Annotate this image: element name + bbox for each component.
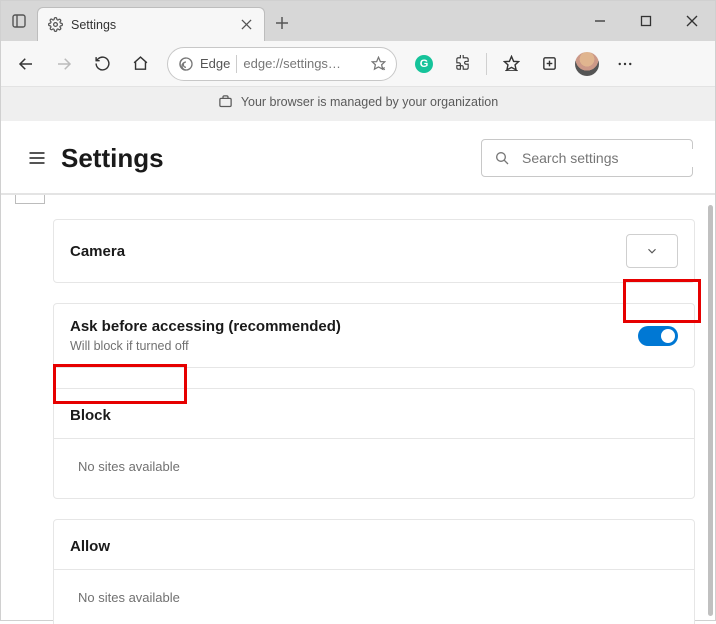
search-settings[interactable] xyxy=(481,139,693,177)
ask-subtitle: Will block if turned off xyxy=(70,339,638,353)
settings-menu-button[interactable] xyxy=(23,144,51,172)
cutoff-partial-element xyxy=(15,194,45,204)
chevron-down-icon xyxy=(645,244,659,258)
managed-banner: Your browser is managed by your organiza… xyxy=(1,87,715,121)
favorite-star-icon[interactable] xyxy=(371,56,386,71)
block-empty-text: No sites available xyxy=(54,439,694,498)
allow-title: Allow xyxy=(54,520,694,570)
settings-content: Camera Ask before accessing (recommended… xyxy=(1,193,715,624)
ask-toggle[interactable] xyxy=(638,326,678,346)
gear-icon xyxy=(48,17,63,32)
page-title: Settings xyxy=(61,143,164,174)
managed-banner-text: Your browser is managed by your organiza… xyxy=(241,95,498,109)
maximize-button[interactable] xyxy=(623,1,669,41)
briefcase-icon xyxy=(218,94,233,109)
new-tab-button[interactable] xyxy=(265,5,299,41)
address-url: edge://settings… xyxy=(243,56,365,71)
close-tab-button[interactable] xyxy=(238,17,254,33)
search-icon xyxy=(494,150,510,166)
avatar xyxy=(575,52,599,76)
window-titlebar: Settings xyxy=(1,1,715,41)
tab-title: Settings xyxy=(71,18,238,32)
ask-title: Ask before accessing (recommended) xyxy=(70,318,638,335)
window-controls xyxy=(577,1,715,41)
settings-header: Settings xyxy=(1,121,715,193)
address-label: Edge xyxy=(200,56,230,71)
separator xyxy=(486,53,487,75)
profile-button[interactable] xyxy=(570,47,604,81)
edge-logo-icon xyxy=(178,56,194,72)
refresh-button[interactable] xyxy=(85,47,119,81)
close-window-button[interactable] xyxy=(669,1,715,41)
back-button[interactable] xyxy=(9,47,43,81)
allow-section: Allow No sites available xyxy=(53,519,695,624)
address-bar[interactable]: Edge edge://settings… xyxy=(167,47,397,81)
tab-actions-button[interactable] xyxy=(1,1,37,41)
forward-button[interactable] xyxy=(47,47,81,81)
block-section: Block No sites available xyxy=(53,388,695,499)
search-input[interactable] xyxy=(520,149,705,167)
minimize-button[interactable] xyxy=(577,1,623,41)
extension-grammarly[interactable]: G xyxy=(407,47,441,81)
divider xyxy=(236,55,237,73)
camera-expand-button[interactable] xyxy=(626,234,678,268)
extensions-button[interactable] xyxy=(445,47,479,81)
block-title: Block xyxy=(54,389,694,439)
ask-before-accessing-section: Ask before accessing (recommended) Will … xyxy=(53,303,695,368)
browser-toolbar: Edge edge://settings… G xyxy=(1,41,715,87)
favorites-button[interactable] xyxy=(494,47,528,81)
browser-tab-settings[interactable]: Settings xyxy=(37,7,265,41)
allow-empty-text: No sites available xyxy=(54,570,694,624)
more-menu-button[interactable] xyxy=(608,47,642,81)
home-button[interactable] xyxy=(123,47,157,81)
camera-section: Camera xyxy=(53,219,695,283)
collections-button[interactable] xyxy=(532,47,566,81)
camera-title: Camera xyxy=(70,243,626,260)
scrollbar[interactable] xyxy=(708,205,713,616)
